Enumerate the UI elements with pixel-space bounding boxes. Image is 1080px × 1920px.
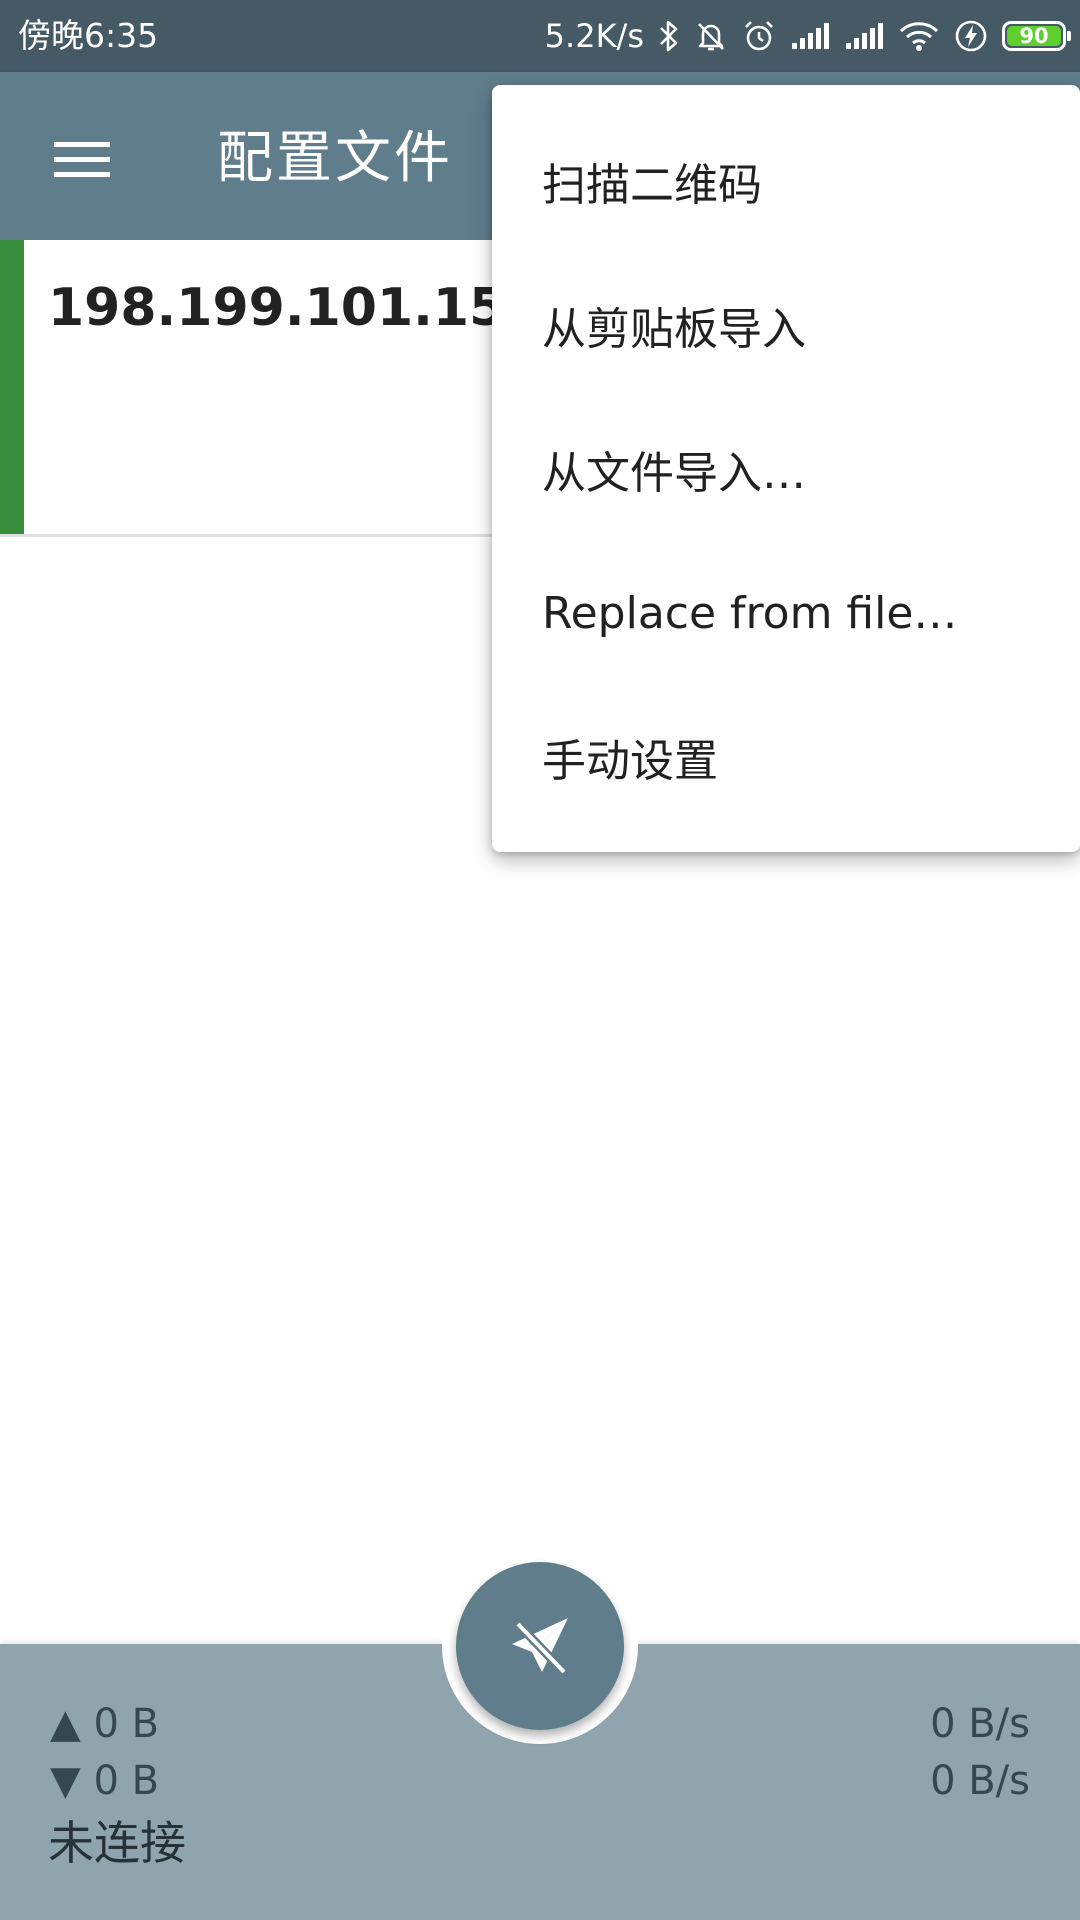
status-time: 傍晚6:35 [18, 16, 159, 55]
tx-total: ▲ 0 B [50, 1701, 160, 1747]
connection-status: 未连接 [48, 1816, 186, 1870]
tx-speed: 0 B/s [930, 1701, 1030, 1747]
mute-bell-icon [698, 23, 724, 51]
menu-item-import-file[interactable]: 从文件导入… [492, 397, 1080, 541]
rx-speed: 0 B/s [930, 1758, 1030, 1804]
status-bar: 傍晚6:35 5.2K/s 90 [0, 0, 1080, 72]
hamburger-menu-button[interactable] [40, 118, 124, 202]
menu-item-manual-settings[interactable]: 手动设置 [492, 685, 1080, 829]
page-title: 配置文件 [217, 126, 453, 191]
network-speed: 5.2K/s [544, 17, 644, 55]
battery-icon: 90 [1002, 21, 1071, 51]
menu-item-scan-qr[interactable]: 扫描二维码 [492, 109, 1080, 253]
profile-selected-indicator [0, 240, 24, 534]
signal-2-icon [846, 23, 883, 49]
signal-1-icon [792, 23, 829, 49]
overflow-menu: 扫描二维码 从剪贴板导入 从文件导入… Replace from file… 手… [492, 85, 1080, 852]
menu-item-import-clipboard[interactable]: 从剪贴板导入 [492, 253, 1080, 397]
battery-tip [1067, 31, 1071, 41]
wifi-icon [899, 22, 939, 51]
hamburger-menu-icon [54, 142, 110, 177]
connect-fab-button[interactable] [456, 1562, 624, 1730]
rx-total: ▼ 0 B [50, 1758, 160, 1804]
bluetooth-icon [660, 20, 678, 52]
paper-plane-off-icon [512, 1618, 568, 1676]
battery-level: 90 [1019, 24, 1049, 48]
alarm-icon [745, 21, 773, 51]
status-icons: 5.2K/s 90 [544, 14, 1071, 58]
charging-icon [955, 20, 987, 52]
menu-item-replace-from-file[interactable]: Replace from file… [492, 541, 1080, 685]
